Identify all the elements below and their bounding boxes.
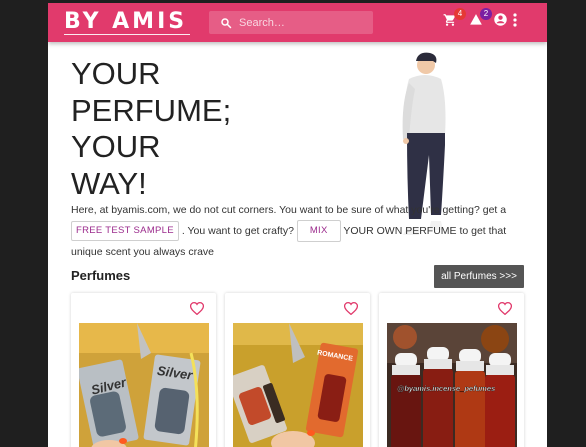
free-test-sample-button[interactable]: FREE TEST SAMPLE — [71, 221, 179, 241]
favorite-heart-icon[interactable] — [190, 302, 204, 315]
search-input[interactable] — [239, 16, 359, 29]
perfume-card[interactable]: Silver Silver — [71, 293, 216, 447]
favorite-heart-icon[interactable] — [498, 302, 512, 315]
hero-title: YOUR PERFUME; YOUR WAY! — [71, 56, 271, 202]
brand-underline — [64, 34, 190, 35]
search-box[interactable] — [209, 11, 373, 34]
perfumes-section-title: Perfumes — [71, 268, 131, 283]
card-image-label: @byamis.incense_pefumes — [397, 384, 495, 393]
cart-button[interactable]: 4 — [442, 8, 466, 30]
hero-title-line: WAY! — [71, 165, 147, 201]
hero-title-line: PERFUME; — [71, 92, 232, 128]
perfume-image: ROMANCE — [233, 323, 363, 447]
app-bar: BY AMIS 4 2 — [48, 3, 547, 42]
mix-button[interactable]: MIX — [296, 220, 341, 242]
hero-text-part-2: . You want to get crafty? — [181, 224, 294, 237]
search-icon — [219, 16, 233, 30]
cart-count-badge: 4 — [454, 8, 466, 20]
account-circle-icon — [493, 12, 508, 32]
hero-title-line: YOUR — [71, 129, 161, 164]
perfume-image: @byamis.incense_pefumes — [387, 323, 517, 447]
page: BY AMIS 4 2 — [48, 3, 547, 447]
hero-title-line: YOUR — [71, 56, 161, 91]
more-vert-icon — [513, 12, 517, 32]
perfume-card[interactable]: ROMANCE — [225, 293, 370, 447]
hero-text-part-1: Here, at byamis.com, we do not cut corne… — [71, 204, 507, 216]
perfume-image: Silver Silver — [79, 323, 209, 447]
notifications-count-badge: 2 — [480, 8, 492, 20]
perfume-card[interactable]: @byamis.incense_pefumes — [379, 293, 524, 447]
notifications-button[interactable]: 2 — [468, 8, 492, 30]
brand-logo[interactable]: BY AMIS — [64, 8, 187, 36]
hero-description: Here, at byamis.com, we do not cut corne… — [71, 200, 526, 262]
more-menu-button[interactable] — [510, 12, 520, 32]
account-button[interactable] — [492, 12, 508, 32]
all-perfumes-button[interactable]: all Perfumes >>> — [434, 265, 524, 288]
favorite-heart-icon[interactable] — [344, 302, 358, 315]
